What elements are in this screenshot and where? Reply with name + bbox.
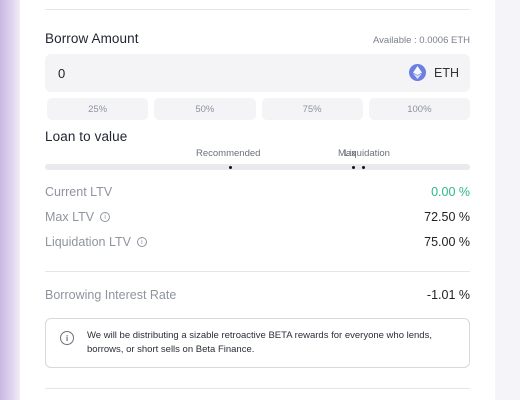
borrow-amount-value[interactable]: 0 — [58, 66, 65, 81]
eth-icon — [409, 64, 426, 81]
available-balance: Available : 0.0006 ETH — [373, 35, 470, 46]
percent-buttons: 25% 50% 75% 100% — [47, 98, 470, 120]
current-ltv-value: 0.00 % — [431, 185, 470, 199]
recommended-label: Recommended — [196, 148, 261, 159]
interest-rate-label: Borrowing Interest Rate — [45, 288, 177, 302]
liquidation-label: Liquidation — [344, 148, 390, 159]
interest-rate-row: Borrowing Interest Rate -1.01 % — [45, 288, 470, 302]
max-ltv-label: Max LTV — [45, 210, 95, 224]
liquidation-ltv-label-wrap: Liquidation LTV i — [45, 235, 147, 249]
borrow-amount-input[interactable]: 0 ETH — [45, 54, 470, 92]
top-divider — [45, 9, 470, 10]
max-marker — [352, 166, 355, 169]
borrow-panel: Borrow Amount Available : 0.0006 ETH 0 E… — [20, 0, 495, 400]
current-ltv-row: Current LTV 0.00 % — [45, 185, 470, 199]
percent-50-button[interactable]: 50% — [154, 98, 256, 120]
ltv-slider-track[interactable] — [45, 164, 470, 170]
recommended-marker — [229, 166, 232, 169]
rewards-notice: i We will be distributing a sizable retr… — [45, 318, 470, 368]
max-ltv-label-wrap: Max LTV i — [45, 210, 111, 224]
section-divider — [45, 271, 470, 272]
info-icon[interactable]: i — [100, 212, 111, 222]
token-selector: ETH — [409, 64, 459, 81]
loan-to-value-title: Loan to value — [45, 129, 128, 144]
current-ltv-label: Current LTV — [45, 185, 113, 199]
max-ltv-row: Max LTV i 72.50 % — [45, 210, 470, 224]
liquidation-ltv-label: Liquidation LTV — [45, 235, 131, 249]
percent-100-button[interactable]: 100% — [368, 98, 470, 120]
interest-rate-value: -1.01 % — [426, 288, 470, 302]
liquidation-marker — [362, 166, 365, 169]
token-label: ETH — [434, 65, 459, 80]
ltv-slider-labels: Recommended Max Liquidation — [45, 148, 470, 162]
max-ltv-value: 72.50 % — [424, 210, 470, 224]
liquidation-ltv-value: 75.00 % — [424, 235, 470, 249]
liquidation-ltv-row: Liquidation LTV i 75.00 % — [45, 235, 470, 249]
borrow-amount-title: Borrow Amount — [45, 31, 139, 46]
percent-75-button[interactable]: 75% — [261, 98, 363, 120]
notice-text: We will be distributing a sizable retroa… — [87, 330, 432, 355]
info-icon: i — [60, 331, 74, 345]
bottom-divider — [45, 388, 470, 389]
info-icon[interactable]: i — [136, 237, 147, 247]
percent-25-button[interactable]: 25% — [47, 98, 149, 120]
